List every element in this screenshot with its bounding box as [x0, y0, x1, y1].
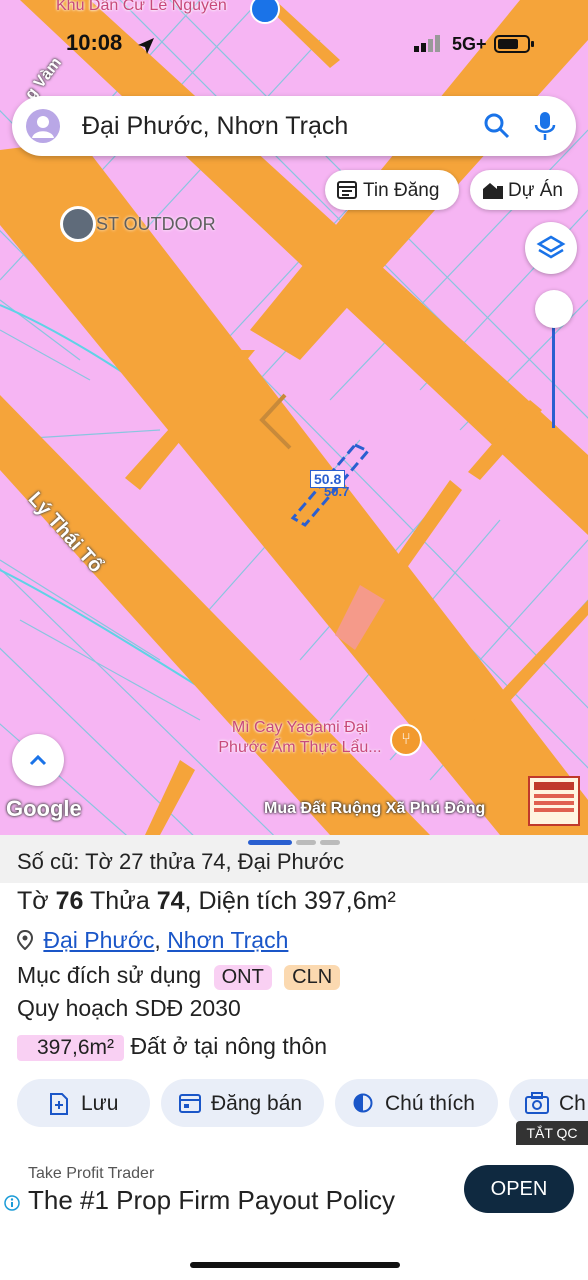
plan-area: 397,6m²	[17, 1035, 125, 1061]
sheet-page-dot	[296, 840, 316, 845]
parcel-number: 74	[156, 887, 185, 915]
building-icon	[483, 183, 503, 199]
plan-row: 397,6m² Đất ở tại nông thôn	[17, 1033, 327, 1061]
sheet-header: Số cũ: Tờ 27 thửa 74, Đại Phước	[0, 835, 588, 883]
user-icon	[32, 116, 54, 138]
network-type: 5G+	[452, 34, 487, 54]
usage-label: Mục đích sử dụng	[17, 962, 202, 988]
location-arrow-icon	[138, 38, 154, 54]
post-sale-button-label: Đăng bán	[211, 1092, 303, 1115]
close-ad-button[interactable]: TẮT QC	[516, 1121, 588, 1145]
usage-tag-ont: ONT	[213, 965, 272, 990]
location-ward-link[interactable]: Đại Phước	[43, 927, 154, 953]
plan-label: Quy hoạch SDĐ 2030	[17, 995, 241, 1021]
opacity-slider-thumb[interactable]	[535, 290, 573, 328]
google-logo: Google	[6, 796, 82, 821]
map-view[interactable]: Khu Dân Cư Lê Nguyên g Vàm ST OUTDOOR Lý…	[0, 0, 588, 835]
parcel-label: Thửa	[89, 887, 150, 915]
avatar[interactable]	[26, 109, 60, 143]
location-separator: ,	[154, 927, 161, 953]
parcel-summary: Tờ 76 Thửa 74, Diện tích 397,6m²	[17, 887, 396, 915]
parcel-info-sheet[interactable]: Số cũ: Tờ 27 thửa 74, Đại Phước Tờ 76 Th…	[0, 835, 588, 1145]
ad-headline[interactable]: The #1 Prop Firm Payout Policy	[28, 1185, 395, 1216]
search-icon[interactable]	[484, 113, 510, 139]
ad-open-button[interactable]: OPEN	[464, 1165, 574, 1213]
poi-pin-icon[interactable]	[60, 206, 96, 242]
home-indicator[interactable]	[190, 1262, 400, 1268]
camera-icon	[525, 1092, 549, 1114]
restaurant-icon[interactable]: ⑂	[390, 724, 422, 756]
search-bar[interactable]: Đại Phước, Nhơn Trạch	[12, 96, 576, 156]
contrast-icon	[353, 1093, 373, 1113]
signal-icon	[414, 35, 440, 52]
microphone-icon[interactable]	[532, 110, 558, 142]
ad-advertiser: Take Profit Trader	[28, 1165, 155, 1182]
battery-icon	[494, 35, 534, 53]
chevron-up-icon	[29, 754, 47, 766]
area-label: Diện tích	[198, 887, 298, 915]
legend-button[interactable]: Chú thích	[335, 1079, 498, 1127]
post-sale-button[interactable]: Đăng bán	[161, 1079, 324, 1127]
old-record: Số cũ: Tờ 27 thửa 74, Đại Phước	[17, 849, 344, 874]
ad-info-icon[interactable]	[4, 1195, 20, 1211]
chip-projects-label: Dự Án	[508, 180, 563, 201]
ad-thumbnail-image[interactable]	[528, 776, 580, 826]
expand-up-button[interactable]	[12, 734, 64, 786]
chip-projects[interactable]: Dự Án	[470, 170, 578, 210]
legend-button-label: Chú thích	[385, 1092, 475, 1115]
poi-st-outdoor[interactable]: ST OUTDOOR	[96, 214, 216, 235]
search-query[interactable]: Đại Phước, Nhơn Trạch	[82, 112, 348, 141]
sheet-label: Tờ	[17, 887, 49, 915]
layers-button[interactable]	[525, 222, 577, 274]
add-file-icon	[50, 1093, 68, 1115]
location-district-link[interactable]: Nhơn Trạch	[167, 927, 288, 953]
calendar-icon	[179, 1094, 201, 1113]
save-button-label: Lưu	[81, 1092, 119, 1115]
save-button[interactable]: Lưu	[17, 1079, 150, 1127]
chip-listings-label: Tin Đăng	[363, 180, 440, 201]
capture-button-label: Ch	[559, 1092, 586, 1115]
area-value: 397,6m²	[304, 887, 396, 915]
listings-icon	[337, 181, 357, 199]
sheet-number: 76	[55, 887, 84, 915]
usage-tag-cln: CLN	[284, 965, 341, 990]
sheet-page-dot	[320, 840, 340, 845]
layers-icon	[536, 235, 566, 259]
location-row: Đại Phước, Nhơn Trạch	[16, 927, 288, 954]
location-pin-icon	[16, 929, 34, 951]
capture-button[interactable]: Ch	[509, 1079, 588, 1127]
parcel-size-label-2: 50.7	[324, 484, 350, 499]
ad-banner[interactable]: Take Profit Trader The #1 Prop Firm Payo…	[0, 1145, 588, 1235]
status-bar: 10:08 5G+	[0, 28, 588, 62]
sheet-handle[interactable]	[248, 840, 292, 845]
plan-description: Đất ở tại nông thôn	[130, 1033, 328, 1059]
chip-listings[interactable]: Tin Đăng	[325, 170, 459, 210]
status-time: 10:08	[66, 30, 123, 55]
top-area-label: Khu Dân Cư Lê Nguyên	[56, 0, 227, 14]
poi-yagami[interactable]: Mì Cay Yagami Đại Phước Ẩm Thực Lẩu...	[210, 718, 390, 758]
overlay-caption: Mua Đất Ruộng Xã Phú Đông	[264, 800, 486, 817]
usage-row: Mục đích sử dụng ONT CLN	[17, 962, 341, 990]
